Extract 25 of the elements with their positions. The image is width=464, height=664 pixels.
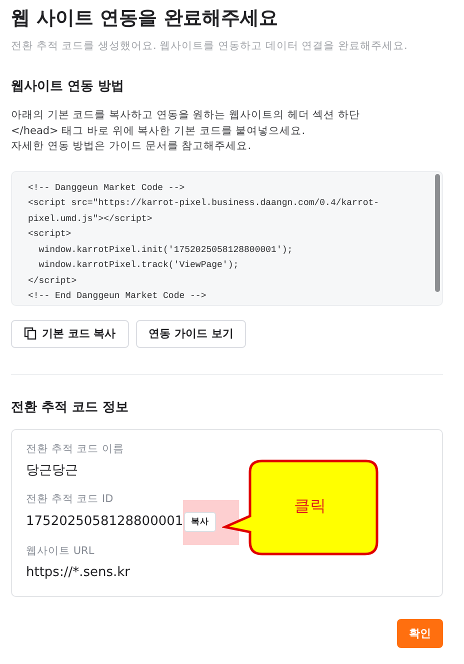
field-value: 당근당근: [26, 462, 78, 480]
guide-button[interactable]: 연동 가이드 보기: [136, 320, 246, 348]
field-label: 전환 추적 코드 이름: [26, 442, 124, 456]
instructions-text: 아래의 기본 코드를 복사하고 연동을 원하는 웹사이트의 헤더 섹션 하단 </head> 태그 바로 위에 복사한 기본 코드를 붙여넣으세요. 자세한 연동 방법은 가이드 문서를 참고해주세요.: [11, 108, 362, 154]
field-value: 1752025058128800001: [26, 512, 184, 530]
code-line: <!-- End Danggeun Market Code -->: [28, 290, 208, 303]
section-heading: 웹사이트 연동 방법: [11, 78, 126, 96]
page-title: 웹 사이트 연동을 완료해주세요: [11, 6, 279, 31]
code-line: <script src="https://karrot-pixel.business.daangn.com/0.4/karrot-: [28, 197, 380, 210]
field-value: https://*.sens.kr: [26, 564, 130, 582]
copy-button[interactable]: 복사: [184, 512, 216, 532]
copy-icon: [24, 327, 37, 340]
copy-code-button[interactable]: 기본 코드 복사: [11, 320, 129, 348]
code-line: <!-- Danggeun Market Code -->: [28, 182, 186, 194]
code-line: window.karrotPixel.init('1752025058128800001');: [38, 244, 294, 256]
scrollbar[interactable]: [435, 174, 440, 292]
code-line: window.karrotPixel.track('ViewPage');: [38, 259, 240, 272]
field-label: 웹사이트 URL: [26, 544, 94, 558]
field-label: 전환 추적 코드 ID: [26, 492, 114, 506]
code-line: </script>: [28, 274, 78, 288]
code-line: <script>: [28, 228, 72, 241]
callout-text: 클릭: [294, 496, 326, 517]
code-line: pixel.umd.js"></script>: [28, 212, 154, 226]
section-heading: 전환 추적 코드 정보: [11, 398, 130, 416]
page-subtitle: 전환 추적 코드를 생성했어요. 웹사이트를 연동하고 데이터 연결을 완료해주세요.: [11, 39, 408, 54]
